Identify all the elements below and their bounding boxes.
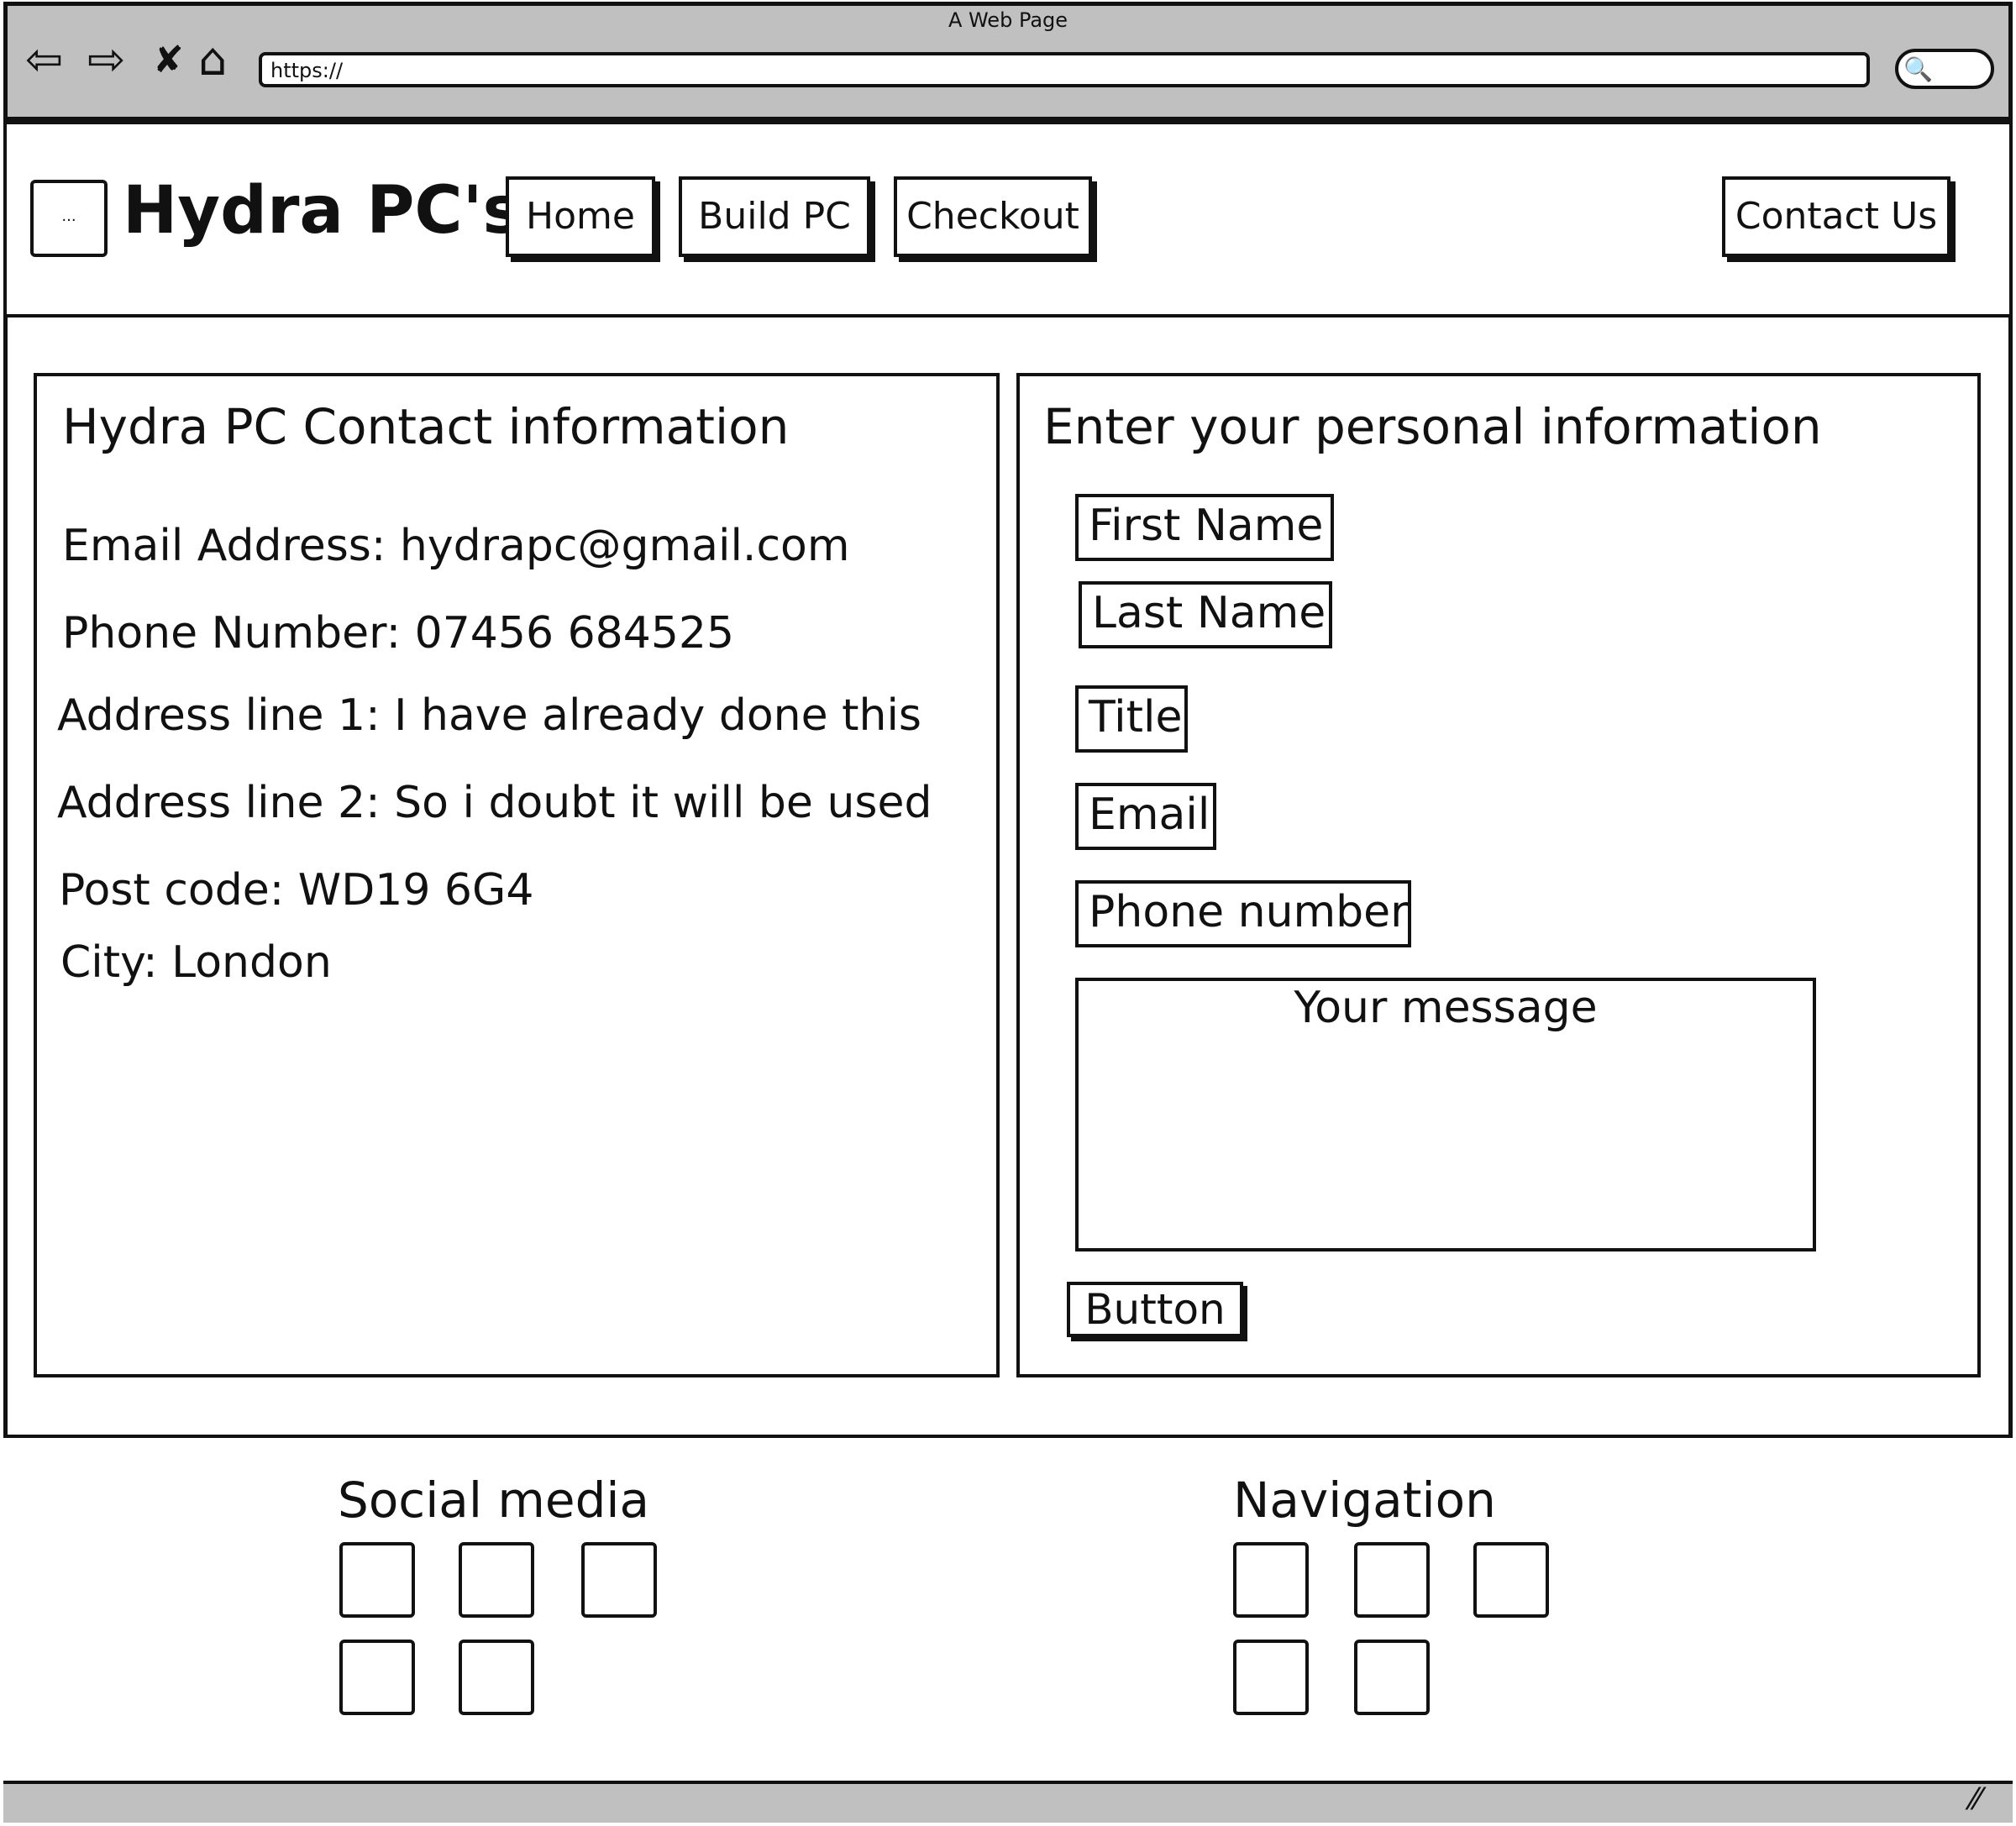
footer-nav-link-1[interactable] — [1233, 1542, 1309, 1618]
navigation-title: Navigation — [1233, 1472, 1496, 1529]
search-icon: 🔍 — [1903, 55, 1933, 83]
social-link-5[interactable] — [459, 1640, 534, 1715]
brand-title: Hydra PC's — [123, 173, 522, 249]
address-bar[interactable]: https:// — [259, 52, 1870, 87]
phone-number-field[interactable]: Phone number — [1075, 880, 1411, 947]
logo-placeholder[interactable]: ... — [30, 180, 108, 257]
nav-checkout-button[interactable]: Checkout — [894, 176, 1092, 257]
submit-button[interactable]: Button — [1067, 1282, 1243, 1337]
social-link-2[interactable] — [459, 1542, 534, 1618]
footer-nav-link-3[interactable] — [1473, 1542, 1549, 1618]
contact-postcode: Post code: WD19 6G4 — [59, 865, 534, 916]
social-link-3[interactable] — [581, 1542, 657, 1618]
status-bar — [3, 1781, 2013, 1823]
back-icon[interactable]: ⇦ — [25, 37, 63, 82]
stop-icon[interactable]: ✘ — [153, 42, 184, 79]
last-name-field[interactable]: Last Name — [1079, 581, 1332, 648]
footer-nav-link-5[interactable] — [1354, 1640, 1430, 1715]
home-icon[interactable]: ⌂ — [198, 37, 227, 82]
contact-info-title: Hydra PC Contact information — [62, 398, 790, 455]
footer-nav-link-4[interactable] — [1233, 1640, 1309, 1715]
social-media-title: Social media — [338, 1472, 650, 1529]
nav-home-button[interactable]: Home — [506, 176, 655, 257]
resize-handle-icon[interactable]: ⁄⁄ — [1971, 1782, 1981, 1817]
message-placeholder: Your message — [1294, 983, 1598, 1033]
title-field[interactable]: Title — [1075, 685, 1188, 753]
contact-address-line-2: Address line 2: So i doubt it will be us… — [57, 778, 932, 828]
nav-build-pc-button[interactable]: Build PC — [679, 176, 870, 257]
first-name-field[interactable]: First Name — [1075, 494, 1334, 561]
email-field[interactable]: Email — [1075, 783, 1216, 850]
social-link-1[interactable] — [339, 1542, 415, 1618]
site-footer — [3, 1435, 2013, 1784]
contact-email: Email Address: hydrapc@gmail.com — [62, 521, 850, 571]
footer-nav-link-2[interactable] — [1354, 1542, 1430, 1618]
nav-contact-us-button[interactable]: Contact Us — [1722, 176, 1950, 257]
contact-phone: Phone Number: 07456 684525 — [62, 608, 735, 659]
contact-city: City: London — [60, 937, 332, 988]
form-title: Enter your personal information — [1043, 398, 1822, 455]
forward-icon[interactable]: ⇨ — [87, 37, 125, 82]
window-title: A Web Page — [948, 8, 1068, 32]
social-link-4[interactable] — [339, 1640, 415, 1715]
contact-address-line-1: Address line 1: I have already done this — [57, 690, 922, 741]
